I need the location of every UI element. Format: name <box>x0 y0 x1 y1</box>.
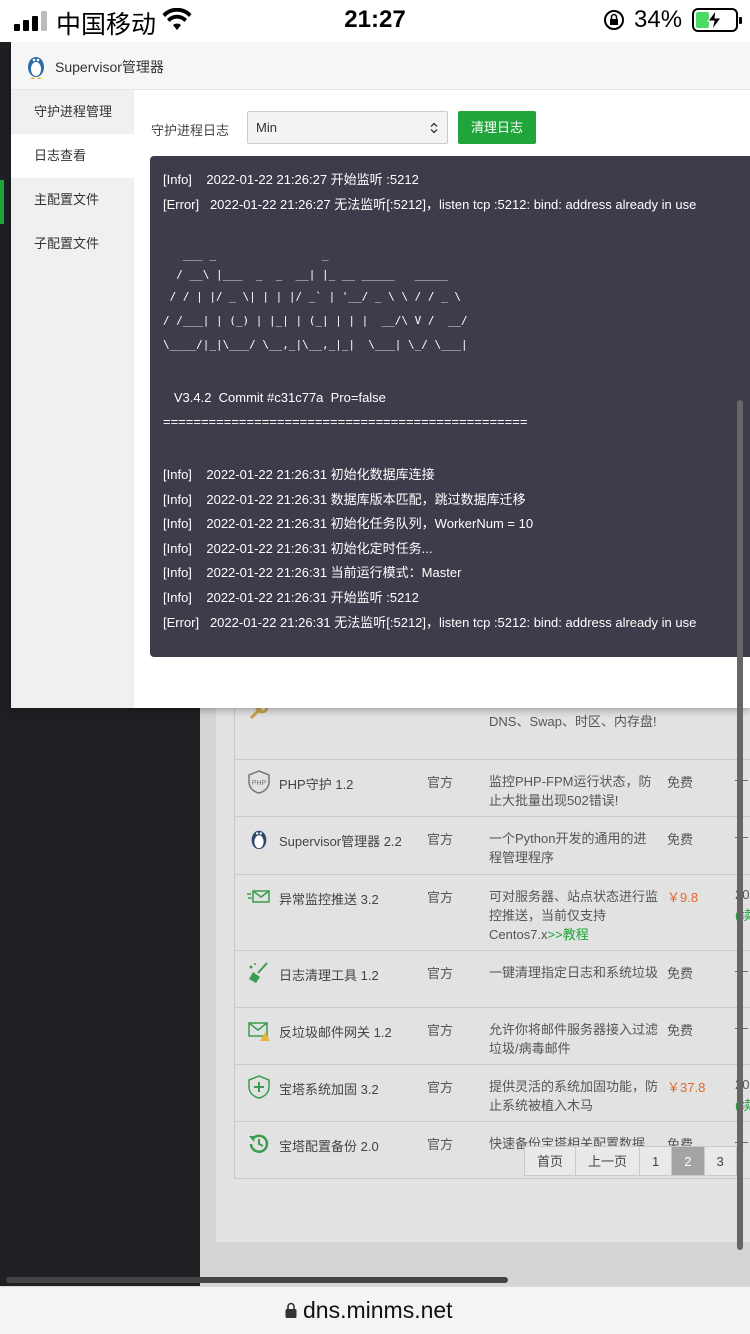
plugin-price: ￥37.8 <box>667 1080 706 1095</box>
table-row[interactable]: 异常监控推送 3.2 官方 可对服务器、站点状态进行监控推送，当前仅支持Cent… <box>235 875 750 951</box>
plugin-vendor: 官方 <box>427 775 454 790</box>
log-line: [Info] 2022-01-22 21:26:31 初始化定时任务... <box>163 541 433 556</box>
plugin-name[interactable]: 异常监控推送 3.2 <box>279 889 379 908</box>
log-line: [Info] 2022-01-22 21:26:31 初始化任务队列，Worke… <box>163 516 534 531</box>
battery-percent: 34% <box>634 6 683 33</box>
table-row[interactable]: 反垃圾邮件网关 1.2 官方 允许你将邮件服务器接入过滤垃圾/病毒邮件 免费 — <box>235 1008 750 1065</box>
tab-sub-config[interactable]: 子配置文件 <box>11 222 134 266</box>
log-line: [Info] 2022-01-22 21:26:31 开始监听 :5212 <box>163 590 419 605</box>
plugin-vendor: 官方 <box>427 966 454 981</box>
mail-warning-icon <box>248 1022 270 1041</box>
log-line: \____/|_|\___/ \__,_|\__,_|_| \___| \_/ … <box>163 338 468 351</box>
tutorial-link[interactable]: >>教程 <box>548 927 589 942</box>
supervisor-modal: Supervisor管理器 守护进程管理 日志查看 主配置文件 子配置文件 守护… <box>11 42 750 708</box>
log-console[interactable]: [Info] 2022-01-22 21:26:27 开始监听 :5212 [E… <box>150 156 750 657</box>
page-button-1[interactable]: 1 <box>640 1147 673 1175</box>
plugin-name[interactable]: 宝塔系统加固 3.2 <box>279 1079 379 1098</box>
plugin-vendor: 官方 <box>427 1137 454 1152</box>
plugin-name[interactable]: 日志清理工具 1.2 <box>279 965 379 984</box>
table-row[interactable]: 日志清理工具 1.2 官方 一键清理指定日志和系统垃圾 免费 — <box>235 951 750 1008</box>
shield-plus-icon <box>248 1075 270 1099</box>
pagination: 首页 上一页 1 2 3 <box>524 1146 738 1176</box>
plugin-desc: DNS、Swap、时区、内存盘! <box>489 714 657 729</box>
log-line: [Error] 2022-01-22 21:26:27 无法监听[:5212]，… <box>163 197 697 212</box>
plugin-vendor: 官方 <box>427 1080 454 1095</box>
clear-log-button[interactable]: 清理日志 <box>458 111 536 144</box>
rotation-lock-icon <box>604 10 624 30</box>
log-line: ========================================… <box>163 414 528 429</box>
penguin-icon <box>28 57 44 79</box>
plugin-name[interactable]: Supervisor管理器 2.2 <box>279 831 402 850</box>
plugin-desc: 一个Python开发的通用的进程管理程序 <box>489 831 647 865</box>
plugin-price: 免费 <box>667 966 694 981</box>
log-line: [Info] 2022-01-22 21:26:31 当前运行模式：Master <box>163 565 462 580</box>
plugin-vendor: 官方 <box>427 890 454 905</box>
tab-log-view[interactable]: 日志查看 <box>11 134 134 178</box>
url-text[interactable]: dns.minms.net <box>303 1297 453 1324</box>
modal-title: Supervisor管理器 <box>55 59 164 75</box>
battery-charging-icon <box>692 8 742 32</box>
log-line: ___ _ _ <box>163 248 329 261</box>
plugin-desc: 允许你将邮件服务器接入过滤垃圾/病毒邮件 <box>489 1022 659 1056</box>
page-prev-button[interactable]: 上一页 <box>576 1147 641 1175</box>
page-button-2[interactable]: 2 <box>672 1147 705 1175</box>
bolt-icon <box>707 10 722 30</box>
vertical-scrollbar[interactable] <box>737 400 743 1250</box>
log-line: / /___| | (_) | |_| | (_| | | | __/\ V /… <box>163 314 468 327</box>
plugin-price: 免费 <box>667 1023 694 1038</box>
log-select-label: 守护进程日志 <box>151 123 230 138</box>
mail-send-icon <box>247 890 270 903</box>
plugin-name[interactable]: 宝塔配置备份 2.0 <box>279 1136 379 1155</box>
log-line: [Info] 2022-01-22 21:26:27 开始监听 :5212 <box>163 172 419 187</box>
log-line: V3.4.2 Commit #c31c77a Pro=false <box>163 390 386 405</box>
process-select[interactable]: Min <box>247 111 448 144</box>
plugin-desc: 监控PHP-FPM运行状态，防止大批量出现502错误! <box>489 774 652 808</box>
url-bar[interactable]: dns.minms.net <box>0 1286 750 1334</box>
lock-icon <box>285 1302 297 1318</box>
log-line: [Info] 2022-01-22 21:26:31 数据库版本匹配，跳过数据库… <box>163 492 526 507</box>
page-button-3[interactable]: 3 <box>705 1147 737 1175</box>
log-line: [Error] 2022-01-22 21:26:31 无法监听[:5212]，… <box>163 615 697 630</box>
plugin-desc: 可对服务器、站点状态进行监控推送，当前仅支持Centos7.x>>教程 <box>489 887 659 944</box>
plugin-vendor: 官方 <box>427 832 454 847</box>
table-row[interactable]: PHP PHP守护 1.2 官方 监控PHP-FPM运行状态，防止大批量出现50… <box>235 760 750 817</box>
penguin-icon <box>251 830 267 850</box>
modal-sidebar: 守护进程管理 日志查看 主配置文件 子配置文件 <box>11 90 134 708</box>
tab-main-config[interactable]: 主配置文件 <box>11 178 134 222</box>
plugin-price: 免费 <box>667 775 694 790</box>
plugin-desc: 提供灵活的系统加固功能，防止系统被植入木马 <box>489 1079 659 1113</box>
process-select-value: Min <box>256 120 277 135</box>
table-row[interactable]: Supervisor管理器 2.2 官方 一个Python开发的通用的进程管理程… <box>235 817 750 875</box>
log-line: [Info] 2022-01-22 21:26:31 初始化数据库连接 <box>163 467 435 482</box>
plugin-name[interactable]: 反垃圾邮件网关 1.2 <box>279 1022 392 1041</box>
page-first-button[interactable]: 首页 <box>525 1147 577 1175</box>
modal-title-bar: Supervisor管理器 <box>11 42 750 90</box>
plugin-name[interactable]: PHP守护 1.2 <box>279 774 353 793</box>
log-line: / / | |/ _ \| | | |/ _` | '__/ _ \ \ / /… <box>163 290 462 303</box>
table-row[interactable]: 宝塔系统加固 3.2 官方 提供灵活的系统加固功能，防止系统被植入木马 ￥37.… <box>235 1065 750 1122</box>
php-shield-icon: PHP <box>248 770 270 794</box>
plugin-vendor: 官方 <box>427 1023 454 1038</box>
chevron-updown-icon <box>430 122 438 134</box>
horizontal-scrollbar[interactable] <box>6 1277 508 1283</box>
plugin-price: 免费 <box>667 832 694 847</box>
broom-icon <box>249 962 268 983</box>
svg-text:PHP: PHP <box>252 780 267 787</box>
tab-process-management[interactable]: 守护进程管理 <box>11 90 134 134</box>
backup-clock-icon <box>249 1134 269 1153</box>
plugin-price: ￥9.8 <box>667 890 699 905</box>
status-bar: 中国移动 21:27 34% <box>0 0 750 42</box>
log-line: / __\ |___ _ _ __| |_ __ _____ _____ <box>163 268 448 281</box>
plugin-desc: 一键清理指定日志和系统垃圾 <box>489 965 659 980</box>
plugin-table: DNS、Swap、时区、内存盘! PHP PHP守护 1.2 官方 监控PHP-… <box>234 658 750 1179</box>
